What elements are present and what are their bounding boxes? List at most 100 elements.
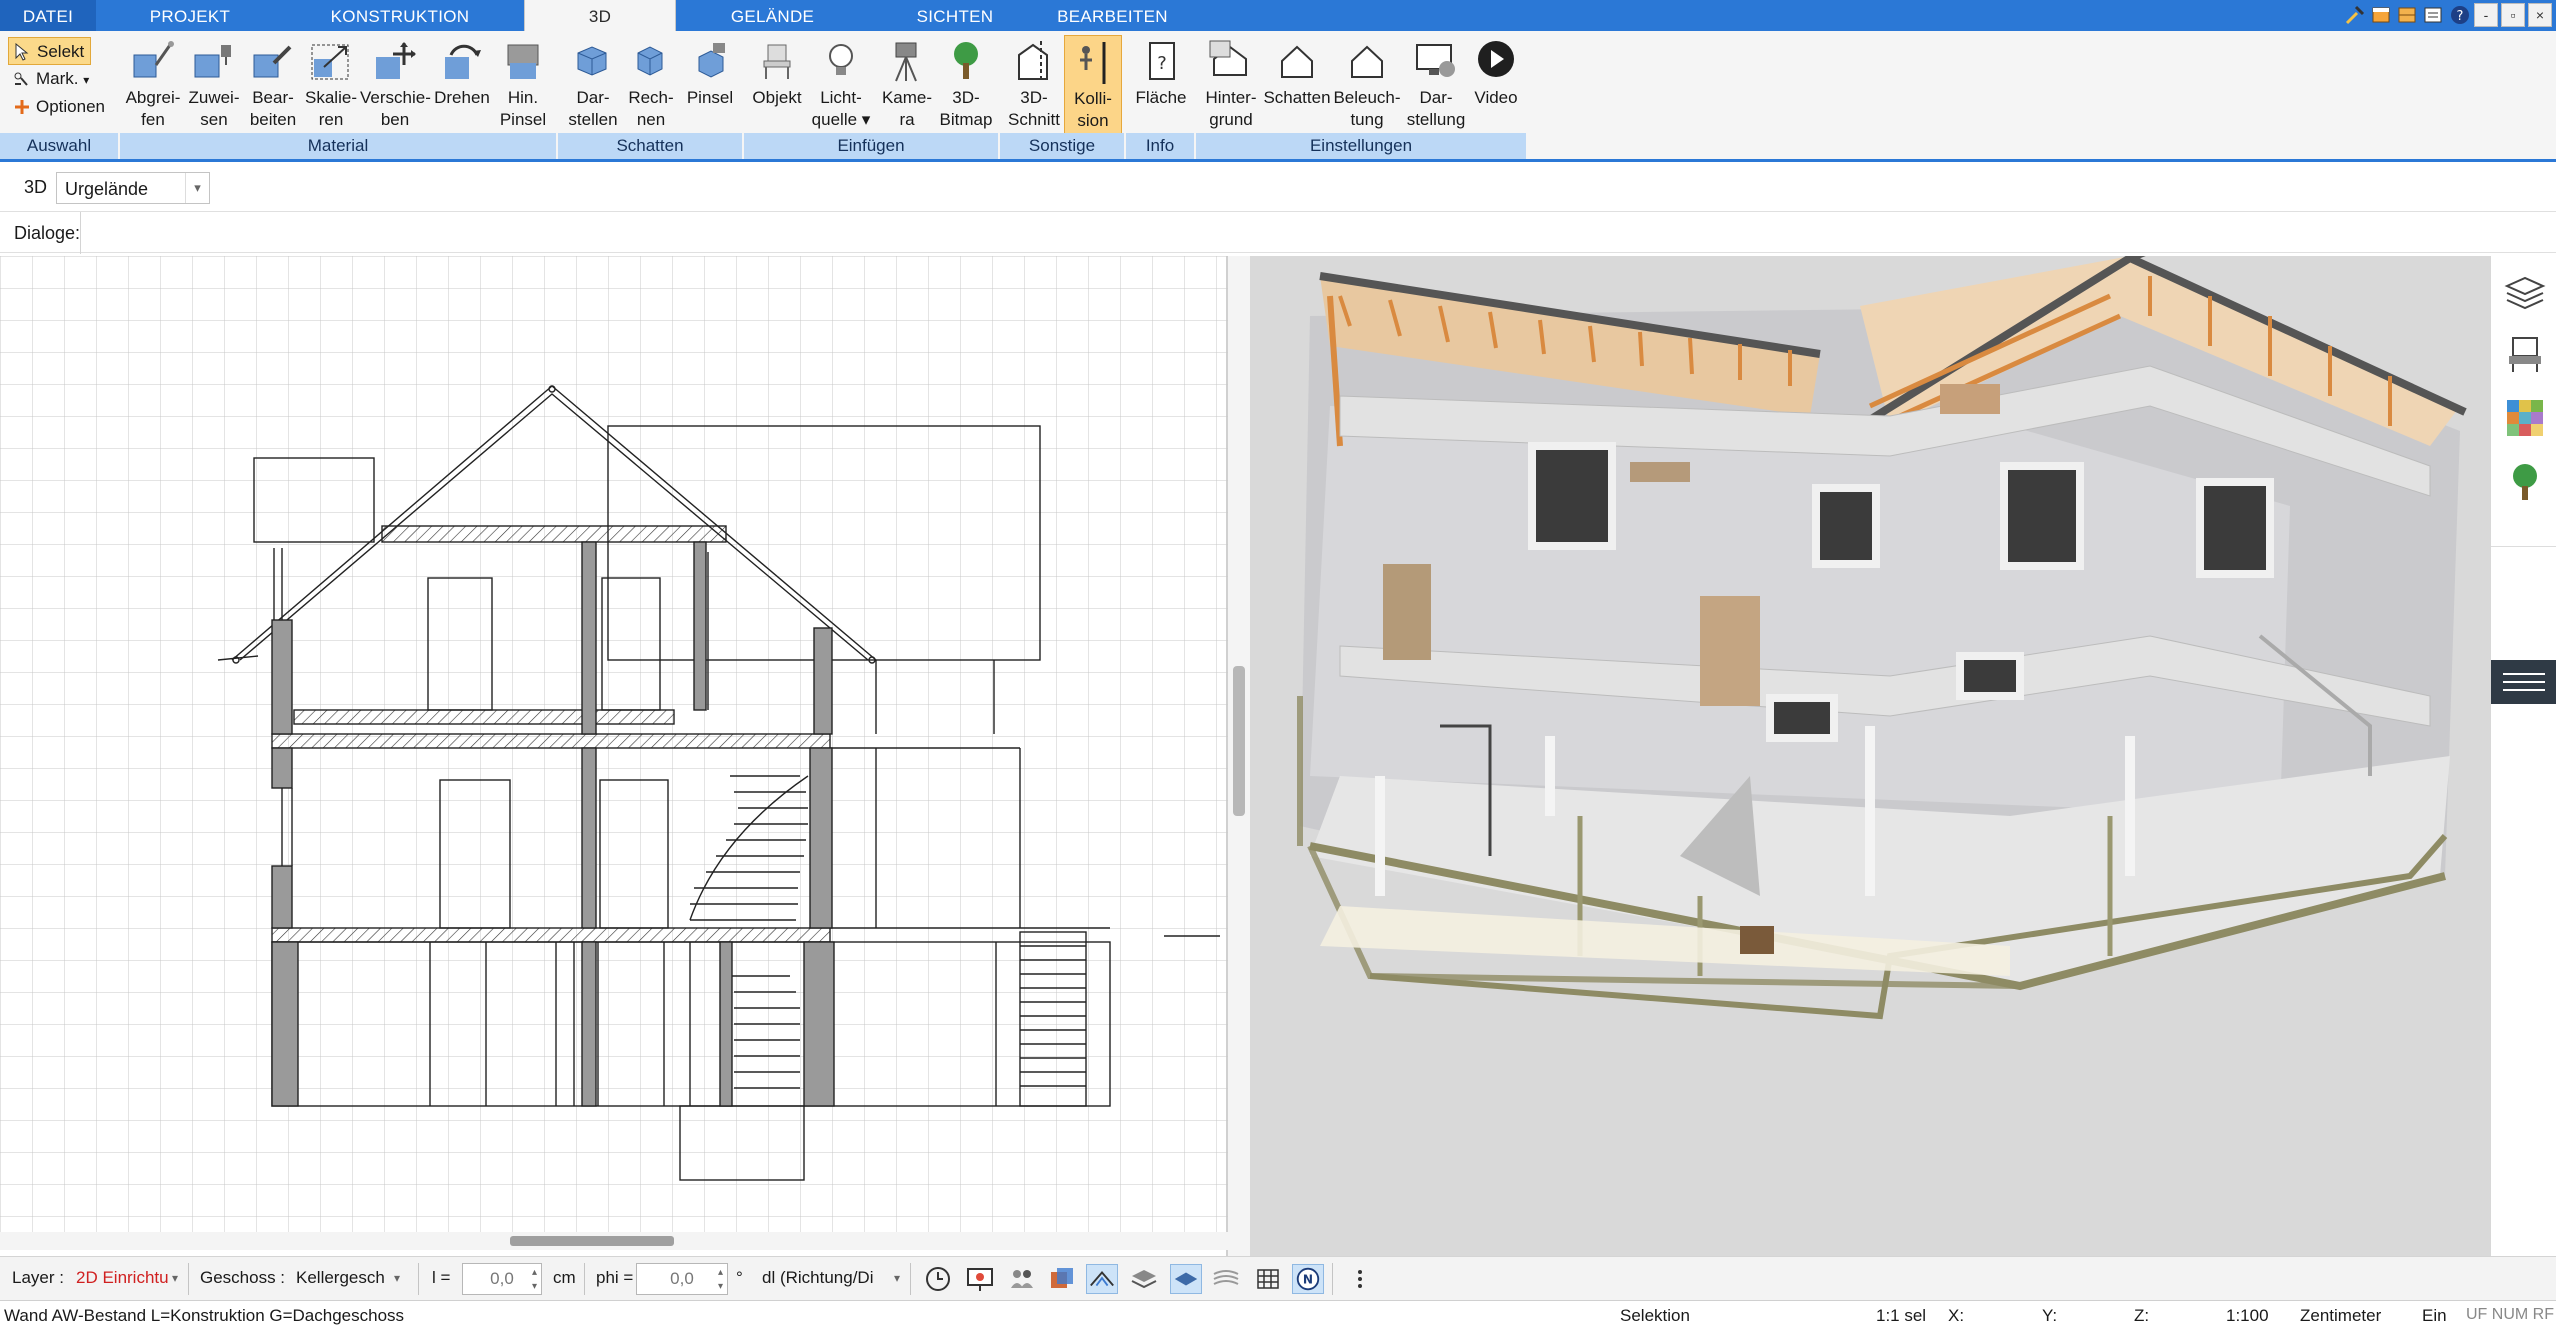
assign-material-button[interactable]: Zuwei- sen [184,35,244,135]
panel-menu-button[interactable] [2491,660,2556,704]
chevron-down-icon: ▾ [893,1271,900,1285]
status-bar: Wand AW-Bestand L=Konstruktion G=Dachges… [0,1300,2556,1329]
settings-window-icon[interactable] [2422,4,2444,26]
length-input[interactable]: 0,0 ▴ ▾ [462,1263,542,1295]
collision-button[interactable]: Kolli- sion [1064,35,1122,135]
assign-material-icon [194,45,231,78]
area-button[interactable]: ? Fläche [1130,35,1192,135]
tab-projekt[interactable]: PROJEKT [110,0,270,31]
plan-horizontal-scrollbar[interactable] [0,1232,1228,1250]
plan-horizontal-scroll-thumb[interactable] [510,1236,674,1246]
length-stepper-icon[interactable]: ▴ ▾ [532,1266,537,1294]
move-material-label: Verschie- ben [360,88,431,129]
grid-icon[interactable] [1252,1264,1284,1294]
chevron-down-icon[interactable]: ▾ [185,173,209,203]
people-icon[interactable] [1006,1264,1038,1294]
camera-button[interactable]: Kame- ra [876,35,938,135]
layout-icon[interactable] [2396,4,2418,26]
object-stack-icon[interactable] [1046,1264,1078,1294]
geschoss-select[interactable]: Kellergesch ▾ [290,1263,404,1295]
bitmap-3d-label: 3D- Bitmap [939,88,993,129]
mark-label: Mark. [36,69,79,88]
camera-label: Kame- ra [881,88,933,129]
status-scale: 1:100 [2226,1306,2269,1325]
shadow-settings-label: Schatten [1263,88,1331,107]
rotate-material-button[interactable]: Drehen [430,35,494,135]
section-cut-button[interactable]: 3D- Schnitt [1004,35,1064,135]
tab-gelaende[interactable]: GELÄNDE [700,0,845,31]
shadow-settings-button[interactable]: Schatten [1262,35,1332,135]
clock-icon[interactable] [922,1264,954,1294]
show-shadow-icon [577,46,607,76]
display-settings-button[interactable]: Dar- stellung [1404,35,1468,135]
edit-material-button[interactable]: Bear- beiten [244,35,302,135]
pick-material-label: Abgrei- fen [125,88,181,129]
video-label: Video [1474,88,1518,107]
window-icon[interactable] [2370,4,2392,26]
direction-select[interactable]: dl (Richtung/Di ▾ [756,1263,904,1295]
light-source-button[interactable]: Licht- quelle ▾ [806,35,876,135]
help-icon[interactable]: ? [2449,4,2471,26]
terrain-select[interactable]: Urgelände ▾ [56,172,210,204]
object-button[interactable]: Objekt [748,35,806,135]
presentation-icon[interactable] [964,1264,996,1294]
group-sonstige: Sonstige [1000,133,1126,159]
roof-view-icon[interactable] [1086,1264,1118,1294]
close-button[interactable]: × [2528,3,2552,27]
status-z: Z: [2134,1306,2150,1325]
length-label: l = [432,1268,451,1287]
plan-vertical-scrollbar[interactable] [1228,256,1250,1256]
camera-icon [895,42,917,82]
scale-material-button[interactable]: Skalie- ren [302,35,360,135]
phi-input[interactable]: 0,0 ▴ ▾ [636,1263,728,1295]
furniture-catalog-icon[interactable] [2503,332,2547,376]
floor-plane-icon[interactable] [1170,1264,1202,1294]
layer-select[interactable]: 2D Einrichtu ▾ [70,1263,182,1295]
tab-datei[interactable]: DATEI [0,0,96,31]
north-arrow-icon[interactable]: N [1292,1264,1324,1294]
move-material-button[interactable]: Verschie- ben [360,35,431,135]
calc-shadow-button[interactable]: Rech- nen [626,35,676,135]
lighting-button[interactable]: Beleuch- tung [1332,35,1402,135]
calc-shadow-label: Rech- nen [628,88,674,129]
material-catalog-icon[interactable] [2503,396,2547,440]
options-button[interactable]: Optionen [8,93,111,121]
minimize-button[interactable]: - [2474,3,2498,27]
tools-icon[interactable] [2344,4,2366,26]
mark-button[interactable]: Mark. ▾ [8,65,95,93]
brush-material-button[interactable]: Hin. Pinsel [494,35,552,135]
video-button[interactable]: Video [1468,35,1524,135]
ribbon: Selekt Mark. ▾ Optionen Abgrei- fen Zuwe… [0,31,2556,162]
group-auswahl: Auswahl [0,133,120,159]
plan-view[interactable] [0,256,1236,1256]
brush-material-icon [507,44,539,79]
plan-vertical-scroll-thumb[interactable] [1233,666,1245,816]
phi-stepper-icon[interactable]: ▴ ▾ [718,1266,723,1294]
phi-input-value: 0,0 [670,1269,694,1288]
status-unit: Zentimeter [2300,1306,2382,1325]
more-options-icon[interactable] [1344,1264,1376,1294]
layers-stack-icon[interactable] [1128,1264,1160,1294]
tab-konstruktion[interactable]: KONSTRUKTION [300,0,500,31]
lighting-label: Beleuch- tung [1333,88,1401,129]
layers-icon[interactable] [2503,270,2547,314]
group-info: Info [1126,133,1196,159]
tab-3d[interactable]: 3D [524,0,676,31]
tab-bearbeiten[interactable]: BEARBEITEN [1050,0,1175,31]
restore-button[interactable]: ▫ [2501,3,2525,27]
chevron-down-icon: ▾ [393,1271,400,1285]
direction-select-value: dl (Richtung/Di [762,1268,874,1287]
3d-view[interactable] [1250,256,2490,1256]
terrain-lines-icon[interactable] [1210,1264,1242,1294]
select-button[interactable]: Selekt [8,37,92,65]
bitmap-3d-button[interactable]: 3D- Bitmap [938,35,994,135]
show-shadow-button[interactable]: Dar- stellen [560,35,626,135]
plants-catalog-icon[interactable] [2503,460,2547,504]
group-einfuegen: Einfügen [744,133,1000,159]
shadow-brush-button[interactable]: Pinsel [680,35,740,135]
background-button[interactable]: Hinter- grund [1200,35,1262,135]
status-y: Y: [2042,1306,2058,1325]
tab-sichten[interactable]: SICHTEN [880,0,1030,31]
dialog-bar: Dialoge: [0,211,2556,254]
pick-material-button[interactable]: Abgrei- fen [122,35,184,135]
